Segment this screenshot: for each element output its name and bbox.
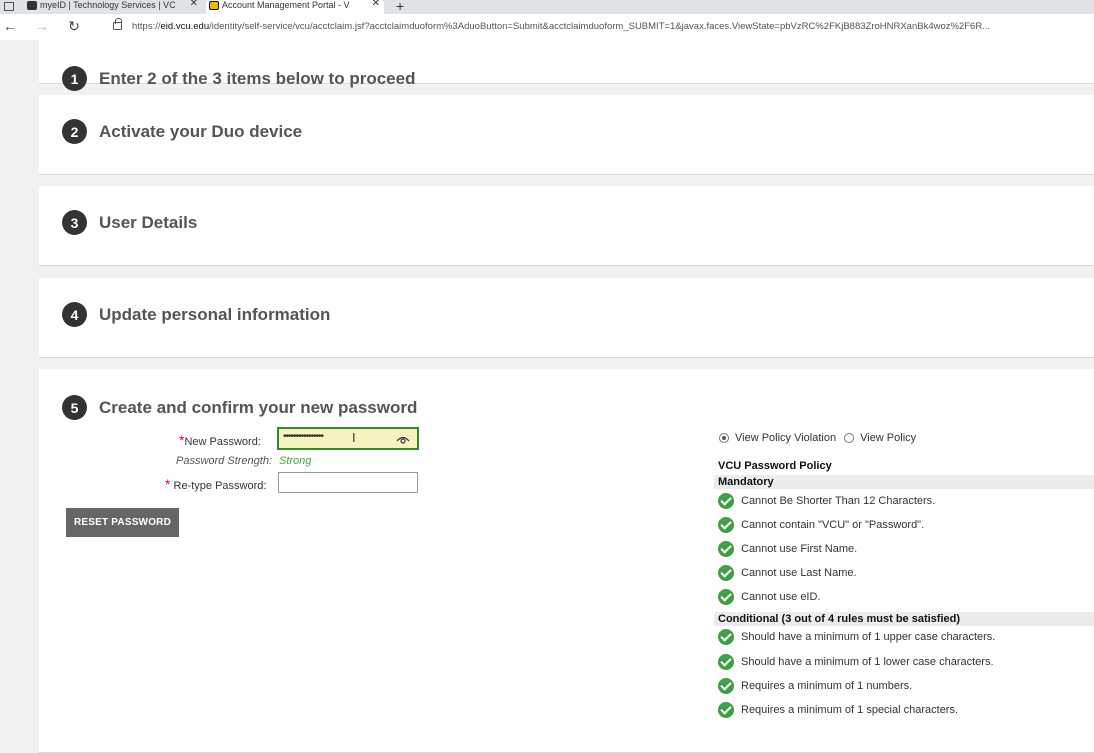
check-circle-icon [718,517,734,533]
policy-rule: Should have a minimum of 1 upper case ch… [718,629,995,645]
back-arrow-icon[interactable]: ← [2,18,18,34]
step-header: 2 Activate your Duo device [62,119,302,144]
step-title: Activate your Duo device [99,121,303,141]
retype-password-input[interactable] [278,472,418,493]
browser-tab-bar: myeID | Technology Services | VC ✕ Accou… [0,0,1094,14]
step-title: Enter 2 of the 3 items below to proceed [99,68,416,88]
reload-icon[interactable]: ↻ [66,18,82,35]
step-header: 5 Create and confirm your new password [62,395,417,420]
step-header: 1 Enter 2 of the 3 items below to procee… [62,66,415,91]
page-content: 1 Enter 2 of the 3 items below to procee… [0,40,1094,753]
step-number: 2 [62,119,87,144]
address-bar: ← → ↻ https://eid.vcu.edu/identity/self-… [0,14,1094,40]
check-circle-icon [718,702,734,718]
url-field[interactable]: https://eid.vcu.edu/identity/self-servic… [132,21,1092,32]
step-title: Update personal information [99,304,331,324]
step-number: 4 [62,302,87,327]
step-number: 5 [62,395,87,420]
check-circle-icon [718,565,734,581]
browser-tab-myeid[interactable]: myeID | Technology Services | VC ✕ [24,0,202,14]
vcu-favicon-icon [27,1,37,10]
step-number: 1 [62,66,87,91]
step-card-1[interactable]: 1 Enter 2 of the 3 items below to procee… [39,40,1094,91]
step-title: User Details [99,212,198,232]
reset-password-button[interactable]: RESET PASSWORD [66,508,179,537]
step-title: Create and confirm your new password [99,397,418,417]
close-tab-icon[interactable]: ✕ [372,0,380,9]
check-circle-icon [718,678,734,694]
step-header: 4 Update personal information [62,302,330,327]
conditional-section-header: Conditional (3 out of 4 rules must be sa… [714,612,1094,626]
policy-title: VCU Password Policy [718,460,832,472]
view-policy-label[interactable]: View Policy [860,432,916,444]
step-card-5: 5 Create and confirm your new password *… [39,369,1094,753]
lock-icon[interactable] [113,18,122,30]
tab-label: myeID | Technology Services | VC [40,0,176,10]
policy-rule: Requires a minimum of 1 special characte… [718,702,958,718]
check-circle-icon [718,589,734,605]
policy-rule: Cannot use eID. [718,589,821,605]
show-password-eye-icon[interactable] [396,435,410,444]
policy-rule: Cannot contain "VCU" or "Password". [718,517,924,533]
policy-rule: Cannot use Last Name. [718,565,857,581]
new-password-label: *New Password: [179,432,261,448]
view-policy-radio[interactable] [844,433,855,443]
policy-view-toggle: View Policy Violation View Policy [719,432,924,444]
check-circle-icon [718,493,734,509]
step-card-3[interactable]: 3 User Details [39,186,1094,266]
step-card-4[interactable]: 4 Update personal information [39,278,1094,358]
password-strength-value: Strong [279,455,312,467]
tab-label: Account Management Portal - V [222,0,350,10]
step-header: 3 User Details [62,210,197,235]
new-tab-button[interactable]: + [396,0,404,14]
policy-rule: Should have a minimum of 1 lower case ch… [718,654,994,670]
text-cursor-icon: I [352,430,356,445]
policy-rule: Cannot Be Shorter Than 12 Characters. [718,493,935,509]
retype-password-label: * Re-type Password: [165,476,267,492]
view-violation-radio[interactable] [719,433,729,443]
forward-arrow-icon[interactable]: → [34,18,50,34]
window-icon[interactable] [4,2,14,11]
required-mark: * [165,476,171,492]
mandatory-section-header: Mandatory [714,475,1094,489]
policy-rule: Cannot use First Name. [718,541,857,557]
password-strength-label: Password Strength: [176,455,272,467]
close-tab-icon[interactable]: ✕ [190,0,198,9]
step-number: 3 [62,210,87,235]
view-violation-label[interactable]: View Policy Violation [735,432,836,444]
check-circle-icon [718,654,734,670]
browser-tab-account-portal[interactable]: Account Management Portal - V ✕ [206,0,384,14]
check-circle-icon [718,541,734,557]
policy-rule: Requires a minimum of 1 numbers. [718,678,912,694]
check-circle-icon [718,629,734,645]
vcu-favicon-icon [209,1,219,10]
step-card-2[interactable]: 2 Activate your Duo device [39,95,1094,175]
